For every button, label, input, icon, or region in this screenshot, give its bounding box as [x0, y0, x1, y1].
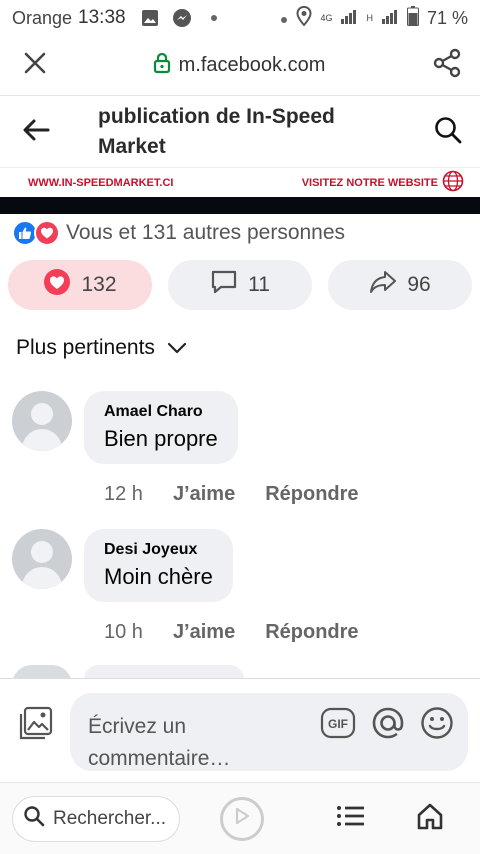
comment-placeholder: Écrivez un commentaire…	[88, 715, 231, 770]
banner-cta-text: VISITEZ NOTRE WEBSITE	[301, 176, 438, 189]
comment-input[interactable]: Écrivez un commentaire… GIF	[70, 693, 468, 771]
gif-icon[interactable]: GIF	[320, 707, 356, 744]
signal-icon	[381, 8, 399, 29]
reaction-count: 132	[81, 273, 117, 296]
mention-icon[interactable]	[370, 705, 406, 746]
gif-label: GIF	[328, 717, 348, 731]
dot-icon	[204, 8, 224, 28]
chevron-down-icon	[167, 336, 187, 360]
comment-text: Moin chère	[104, 564, 213, 589]
page-title: publication de In-Speed Market	[98, 105, 335, 158]
globe-icon	[442, 170, 464, 195]
comment-item: Desi Joyeux Moin chère 10 h J’aime Répon…	[12, 529, 472, 649]
share-arrow-icon	[369, 269, 397, 301]
avatar[interactable]	[12, 391, 72, 451]
lock-icon	[153, 52, 171, 80]
comment-bubble[interactable]: Desi Joyeux Moin chère	[84, 529, 233, 602]
browser-search-button[interactable]: Rechercher...	[12, 795, 180, 842]
carrier-label: Orange	[12, 7, 73, 28]
comment-meta: 10 h J’aime Répondre	[104, 621, 359, 644]
comment-text: Bien propre	[104, 426, 218, 451]
photo-icon[interactable]	[18, 705, 54, 746]
play-icon	[234, 807, 250, 830]
share-icon[interactable]	[432, 48, 462, 83]
home-icon[interactable]	[416, 802, 444, 835]
comment-time: 10 h	[104, 621, 143, 643]
avatar[interactable]	[12, 529, 72, 589]
dot-icon	[280, 8, 288, 29]
search-icon[interactable]	[434, 116, 462, 149]
comment-bubble	[84, 665, 244, 679]
comment-sort-dropdown[interactable]: Plus pertinents	[16, 336, 187, 360]
comment-button[interactable]: 11	[168, 260, 312, 310]
reply-button[interactable]: Répondre	[265, 483, 358, 506]
battery-level: 71 %	[426, 7, 468, 28]
comment-bubble[interactable]: Amael Charo Bien propre	[84, 391, 238, 464]
browser-toolbar: m.facebook.com	[0, 36, 480, 96]
comment-icon	[210, 269, 238, 301]
gallery-notification-icon	[140, 8, 160, 28]
reactions-summary[interactable]: Vous et 131 autres personnes	[12, 220, 345, 246]
post-image-bottom	[0, 197, 480, 214]
love-reaction-icon	[34, 220, 60, 246]
close-icon[interactable]	[24, 52, 46, 79]
comment-author[interactable]: Desi Joyeux	[104, 541, 213, 559]
comment-time: 12 h	[104, 483, 143, 505]
battery-icon	[406, 5, 419, 31]
post-actions: 132 11 96	[8, 260, 472, 310]
emoji-icon[interactable]	[420, 706, 454, 745]
post-image-banner[interactable]: WWW.IN-SPEEDMARKET.CI VISITEZ NOTRE WEBS…	[0, 167, 480, 197]
arrow-left-icon	[22, 119, 50, 146]
share-count: 96	[407, 273, 431, 296]
play-button[interactable]	[220, 796, 264, 841]
location-icon	[296, 5, 312, 31]
browser-search-label: Rechercher...	[53, 807, 166, 829]
banner-website-text: WWW.IN-SPEEDMARKET.CI	[28, 176, 174, 189]
signal-icon	[340, 8, 358, 29]
sort-label: Plus pertinents	[16, 336, 155, 359]
clock: 13:38	[78, 7, 126, 28]
page-header: publication de In-Speed Market	[0, 97, 480, 167]
comment-author[interactable]: Amael Charo	[104, 403, 218, 421]
comment-count: 11	[248, 273, 270, 296]
network-type-label: H	[366, 13, 373, 23]
react-button[interactable]: 132	[8, 260, 152, 310]
status-bar: Orange 13:38 4G H 71 %	[0, 0, 480, 36]
messenger-notification-icon	[172, 8, 192, 28]
reactions-summary-text: Vous et 131 autres personnes	[66, 221, 346, 244]
url-text: m.facebook.com	[178, 54, 326, 76]
reply-button[interactable]: Répondre	[265, 621, 358, 644]
comment-item: Amael Charo Bien propre 12 h J’aime Répo…	[12, 391, 472, 511]
url-bar[interactable]: m.facebook.com	[153, 52, 326, 80]
like-comment-button[interactable]: J’aime	[173, 483, 235, 506]
menu-list-icon[interactable]	[336, 805, 366, 832]
love-reaction-icon	[43, 268, 71, 302]
back-button[interactable]	[0, 119, 72, 146]
like-comment-button[interactable]: J’aime	[173, 621, 235, 644]
network-type-label: 4G	[320, 13, 333, 23]
comment-composer: Écrivez un commentaire… GIF	[0, 678, 480, 782]
search-icon	[23, 805, 45, 833]
comment-meta: 12 h J’aime Répondre	[104, 483, 359, 506]
share-button[interactable]: 96	[328, 260, 472, 310]
browser-bottom-nav: Rechercher...	[0, 782, 480, 854]
